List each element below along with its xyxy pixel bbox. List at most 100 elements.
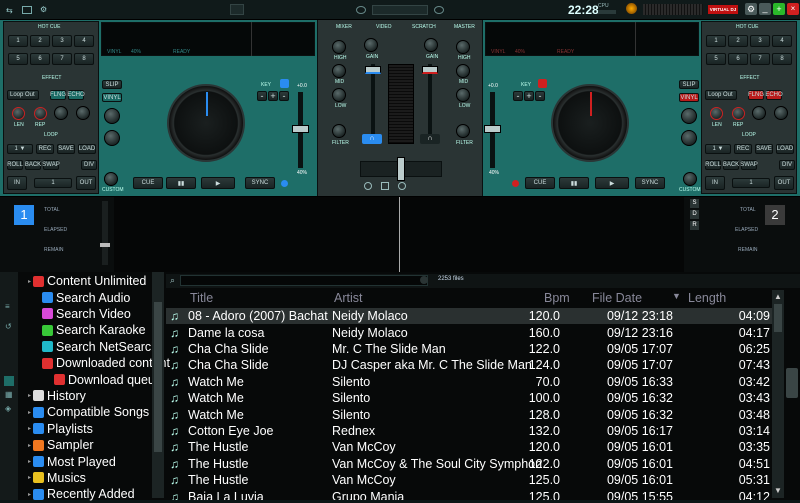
key-plus[interactable]: + <box>524 91 534 101</box>
crossfader-mode-icon-2[interactable] <box>381 182 389 190</box>
loop-div-button[interactable]: DIV <box>81 160 97 170</box>
tree-item[interactable]: ▸ Compatible Songs <box>28 404 149 420</box>
col-title[interactable]: Title <box>190 291 213 305</box>
cue-button[interactable]: CUE <box>133 177 163 189</box>
key-plus[interactable]: + <box>268 91 278 101</box>
search-input[interactable] <box>180 275 428 286</box>
filter-right-knob[interactable] <box>681 130 697 146</box>
loop-length-display[interactable]: 1 <box>34 178 72 188</box>
toolbar-icon-2[interactable]: ↺ <box>5 322 12 331</box>
loop-swap-button[interactable]: SWAP <box>740 160 758 170</box>
tree-expand-icon[interactable]: ▸ <box>28 442 31 449</box>
scroll-up-icon[interactable]: ▲ <box>774 292 782 301</box>
toolbar-icon-5[interactable]: ◈ <box>5 404 11 413</box>
rep-knob[interactable] <box>732 107 745 120</box>
pfl-left-icon[interactable]: ∩ <box>362 134 382 144</box>
gain-knob-left[interactable] <box>364 38 378 52</box>
track-row[interactable]: ♫ Cotton Eye Joe Rednex 132.0 09/05 16:17 03:… <box>166 423 772 439</box>
loop-div-button[interactable]: DIV <box>779 160 795 170</box>
eq-high-right[interactable] <box>456 40 470 54</box>
custom-knob[interactable] <box>683 172 697 186</box>
hotcue-4[interactable]: 4 <box>74 35 94 47</box>
tree-item[interactable]: ▸ Playlists <box>28 421 93 437</box>
hotcue-2[interactable]: 2 <box>728 35 748 47</box>
key-minus[interactable]: - <box>513 91 523 101</box>
hotcue-8[interactable]: 8 <box>772 53 792 65</box>
volume-fader-left[interactable] <box>365 66 381 74</box>
tree-scroll-thumb[interactable] <box>154 302 162 452</box>
loop-in-button[interactable]: IN <box>705 176 725 190</box>
loop-save-button[interactable]: SAVE <box>755 144 773 154</box>
tree-expand-icon[interactable]: ▸ <box>28 409 31 416</box>
play-button[interactable]: ▶ <box>201 177 235 189</box>
loop-roll-button[interactable]: ROLL <box>705 160 721 170</box>
fx-knob-3[interactable] <box>54 106 68 120</box>
tree-item[interactable]: ▸ Most Played <box>28 453 116 469</box>
loop-length-display[interactable]: 1 <box>732 178 770 188</box>
search-options-icon[interactable] <box>420 276 428 284</box>
list-scroll-thumb[interactable] <box>774 304 782 332</box>
eq-mid-left[interactable] <box>332 64 346 78</box>
rep-knob[interactable] <box>34 107 47 120</box>
loop-save-button[interactable]: SAVE <box>57 144 75 154</box>
jog-wheel-right[interactable] <box>551 84 629 162</box>
filter-knob-left[interactable] <box>332 124 346 138</box>
hotcue-3[interactable]: 3 <box>750 35 770 47</box>
headphone-icon[interactable] <box>626 3 637 14</box>
slip-button[interactable]: SLIP <box>102 80 122 89</box>
toolbar-icon-1[interactable]: ≡ <box>5 302 10 311</box>
loop-in-button[interactable]: IN <box>7 176 27 190</box>
tree-item[interactable]: ▸ History <box>28 388 86 404</box>
key-minus-2[interactable]: - <box>535 91 545 101</box>
video-tab[interactable]: VIDEO <box>376 24 392 30</box>
cue-button[interactable]: CUE <box>525 177 555 189</box>
fx-knob-4[interactable] <box>774 106 788 120</box>
tree-item[interactable]: Search NetSearch <box>40 339 158 355</box>
pause-button[interactable]: ▮▮ <box>166 177 196 189</box>
sync-button[interactable]: SYNC <box>245 177 275 189</box>
track-row[interactable]: ♫ Cha Cha Slide Mr. C The Slide Man 122.0 09… <box>166 341 772 357</box>
track-row[interactable]: ♫ Watch Me Silento 128.0 09/05 16:32 03:48 <box>166 406 772 422</box>
tree-item[interactable]: Search Karaoke <box>40 322 146 338</box>
key-minus[interactable]: - <box>257 91 267 101</box>
loop-rec-button[interactable]: REC <box>36 144 54 154</box>
toolbar-icon-4[interactable]: ▦ <box>5 390 13 399</box>
col-artist[interactable]: Artist <box>334 291 362 305</box>
menu-icon[interactable]: ⇆ <box>6 6 18 15</box>
eq-low-right[interactable] <box>456 88 470 102</box>
track-row[interactable]: ♫ Watch Me Silento 70.0 09/05 16:33 03:42 <box>166 374 772 390</box>
track-row[interactable]: ♫ Cha Cha Slide DJ Casper aka Mr. C The Sl… <box>166 357 772 373</box>
sync-button[interactable]: SYNC <box>635 177 665 189</box>
filter-knob-right[interactable] <box>456 124 470 138</box>
list-scrollbar[interactable]: ▲ ▼ <box>772 290 784 498</box>
vinyl-button[interactable]: VINYL <box>102 93 122 102</box>
hotcue-6[interactable]: 6 <box>30 53 50 65</box>
pitch-slider-handle[interactable] <box>292 125 309 133</box>
tree-expand-icon[interactable]: ▸ <box>28 458 31 465</box>
gain-left-knob[interactable] <box>104 108 120 124</box>
gain-right-knob[interactable] <box>681 108 697 124</box>
loop-back-button[interactable]: BACK <box>723 160 739 170</box>
pfl-right-icon[interactable]: ∩ <box>420 134 440 144</box>
fx-flng-button[interactable]: FLNG <box>748 90 764 100</box>
settings-icon[interactable]: ⚙ <box>745 3 757 15</box>
hotcue-8[interactable]: 8 <box>74 53 94 65</box>
settings-small-icon[interactable]: ⚙ <box>40 5 47 14</box>
loop-size-select[interactable]: 1 ▼ <box>7 144 33 154</box>
play-button[interactable]: ▶ <box>595 177 629 189</box>
hotcue-1[interactable]: 1 <box>706 35 726 47</box>
toolbar-icon-3[interactable] <box>4 376 14 386</box>
col-bpm[interactable]: Bpm <box>544 291 570 305</box>
loop-out-button[interactable]: OUT <box>76 176 96 190</box>
tree-expand-icon[interactable]: ▸ <box>28 278 31 285</box>
track-row[interactable]: ♫ The Hustle Van McCoy 120.0 09/05 16:01 03:3… <box>166 439 772 455</box>
layout-icon[interactable] <box>22 6 32 14</box>
sampler-s-button[interactable]: S <box>690 199 699 208</box>
col-length[interactable]: Length <box>688 291 726 305</box>
sampler-r-button[interactable]: R <box>690 221 699 230</box>
tree-item[interactable]: Search Video <box>40 306 131 322</box>
fx-knob-3[interactable] <box>752 106 766 120</box>
fx-echo-button[interactable]: ECHO <box>765 90 783 100</box>
maximize-icon[interactable]: + <box>773 3 785 15</box>
loop-out-button[interactable]: OUT <box>774 176 794 190</box>
